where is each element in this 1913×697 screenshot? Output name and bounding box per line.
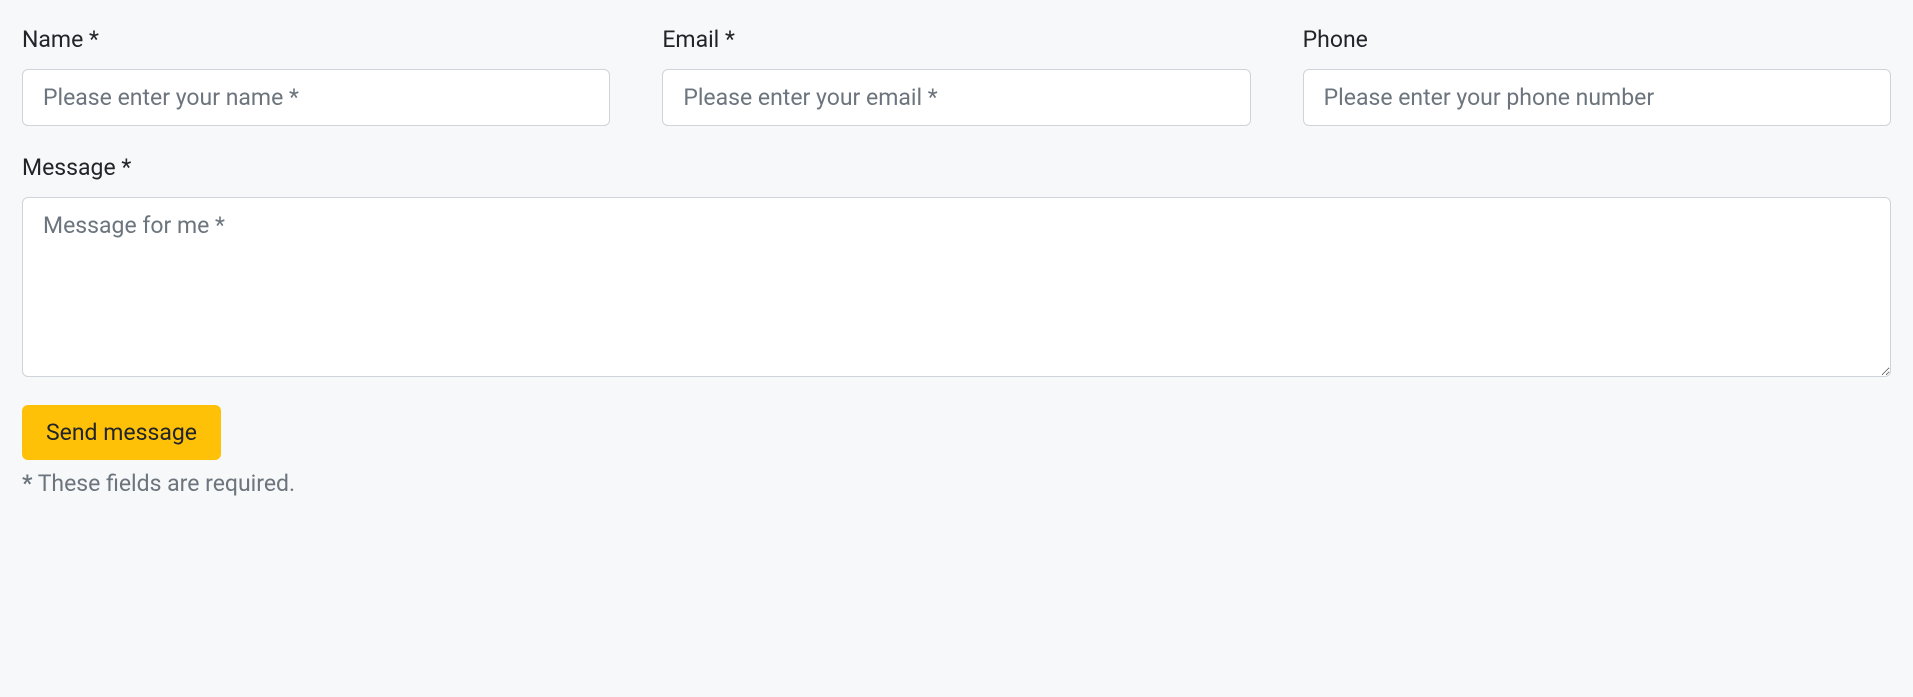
form-col-email: Email * — [662, 26, 1250, 126]
contact-form: Name * Email * Phone Message * Send mess… — [22, 26, 1891, 497]
name-input[interactable] — [22, 69, 610, 126]
message-label: Message * — [22, 154, 1891, 181]
email-input[interactable] — [662, 69, 1250, 126]
required-text: These fields are required. — [32, 470, 295, 497]
form-col-name: Name * — [22, 26, 610, 126]
phone-input[interactable] — [1303, 69, 1891, 126]
phone-label: Phone — [1303, 26, 1891, 53]
message-textarea[interactable] — [22, 197, 1891, 377]
email-label: Email * — [662, 26, 1250, 53]
send-message-button[interactable]: Send message — [22, 405, 221, 460]
form-col-phone: Phone — [1303, 26, 1891, 126]
required-fields-note: * These fields are required. — [22, 470, 1891, 497]
required-marker: * — [22, 470, 32, 497]
name-label: Name * — [22, 26, 610, 53]
form-row-top: Name * Email * Phone — [22, 26, 1891, 126]
form-col-message: Message * — [22, 154, 1891, 377]
